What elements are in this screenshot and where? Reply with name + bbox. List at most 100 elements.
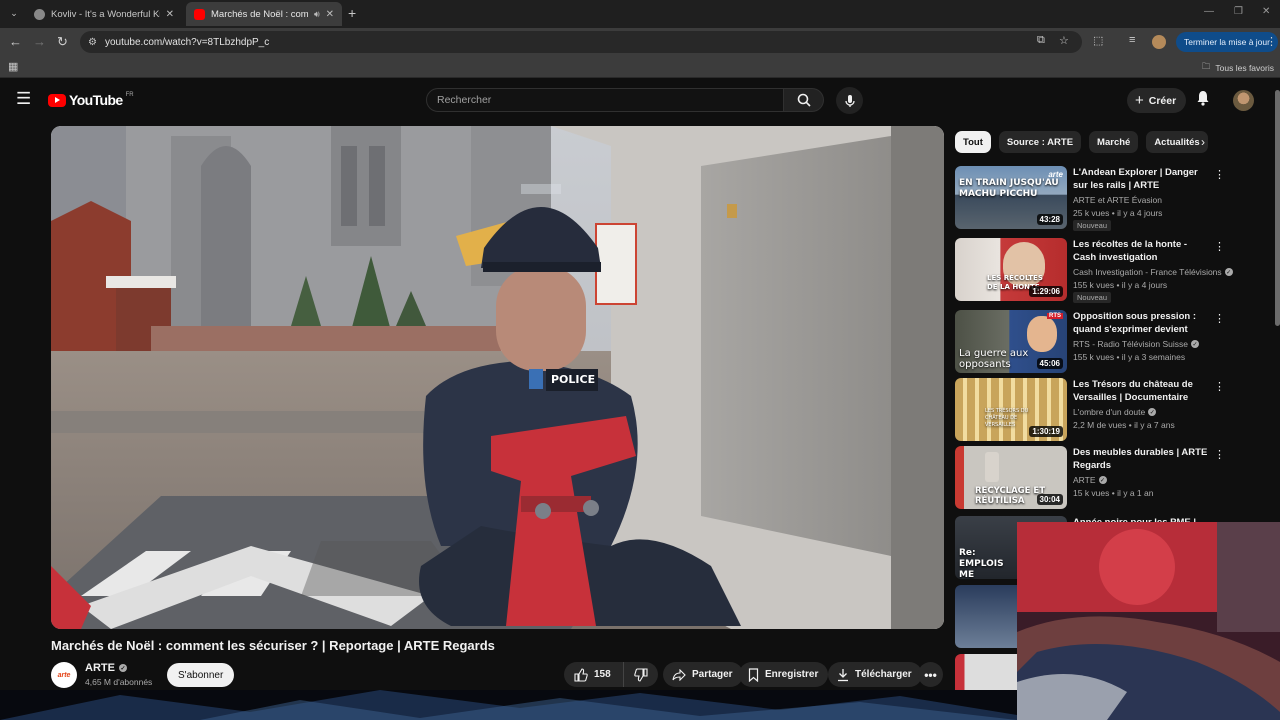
restore-icon[interactable]: ❐ (1234, 6, 1243, 17)
bottom-overlay-strip (0, 690, 1017, 720)
bookmark-star-icon[interactable]: ☆ (1059, 34, 1069, 47)
more-vertical-icon[interactable]: ⋮ (1214, 240, 1225, 253)
search-input[interactable] (437, 94, 783, 106)
recommendation-item[interactable]: arte EN TRAIN JUSQU'AU MACHU PICCHU 43:2… (955, 166, 1225, 231)
browser-toolbar: ← → ↻ ⚙ youtube.com/watch?v=8TLbzhdpP_c … (0, 28, 1280, 56)
voice-search-button[interactable] (836, 87, 863, 114)
video-thumbnail[interactable]: LES RÉCOLTES DE LA HONTE 1:29:06 (955, 238, 1067, 301)
recommendation-item[interactable]: LES TRÉSORS DU CHÂTEAU DE VERSAILLES 1:3… (955, 378, 1225, 442)
country-code: FR (125, 92, 134, 98)
browser-menu-icon[interactable]: ⋮ (1266, 35, 1277, 48)
youtube-masthead: ☰ YouTube FR + Créer (0, 78, 1280, 122)
filter-chips: Tout Source : ARTE Marché Actualités (955, 131, 1220, 153)
video-thumbnail[interactable]: LES TRÉSORS DU CHÂTEAU DE VERSAILLES 1:3… (955, 378, 1067, 441)
create-button[interactable]: + Créer (1127, 88, 1187, 113)
speaker-icon[interactable]: 🔊︎ (314, 9, 320, 20)
police-badge-text: POLICE (551, 373, 595, 386)
address-bar[interactable]: ⚙ youtube.com/watch?v=8TLbzhdpP_c (80, 31, 1082, 53)
recommendation-item[interactable]: RTS La guerre aux opposants 45:06 Opposi… (955, 310, 1225, 374)
arte-logo: arte (57, 671, 71, 679)
more-vertical-icon[interactable]: ⋮ (1214, 168, 1225, 181)
close-icon[interactable]: ✕ (166, 9, 174, 20)
close-icon[interactable]: ✕ (326, 9, 334, 20)
dislike-button[interactable] (624, 667, 658, 682)
save-button[interactable]: Enregistrer (739, 662, 829, 687)
tab-kovliv[interactable]: Kovliv - It's a Wonderful Knife ( ✕ (26, 2, 182, 26)
thumbs-up-icon (574, 667, 588, 682)
recommendation-title[interactable]: Opposition sous pression : quand s'expri… (1073, 310, 1211, 337)
recommendation-item[interactable]: LES RÉCOLTES DE LA HONTE 1:29:06 Les réc… (955, 238, 1233, 303)
more-actions-button[interactable]: ••• (918, 662, 943, 687)
chip-source-arte[interactable]: Source : ARTE (998, 131, 1082, 153)
tab-search-icon[interactable]: ⌄ (6, 5, 22, 21)
share-button[interactable]: Partager (663, 662, 743, 687)
recommendation-channel-label: Cash Investigation - France Télévisions (1073, 267, 1222, 277)
thumbnail-caption: La guerre aux opposants (959, 348, 1029, 370)
recommendation-title[interactable]: L'Andean Explorer | Danger sur les rails… (1073, 166, 1211, 192)
channel-name-label: ARTE (85, 662, 115, 674)
recommendation-channel: ARTE et ARTE Évasion (1073, 195, 1162, 205)
webcam-overlay (1017, 522, 1280, 720)
video-thumbnail[interactable] (955, 585, 1017, 648)
video-thumbnail[interactable] (955, 654, 1017, 690)
thumbnail-caption: Re: EMPLOIS ME (959, 548, 1004, 579)
video-thumbnail[interactable]: RTS La guerre aux opposants 45:06 (955, 310, 1067, 373)
update-button[interactable]: Terminer la mise à jour (1176, 32, 1278, 52)
chip-market[interactable]: Marché (1089, 131, 1139, 153)
youtube-play-icon (48, 93, 66, 107)
more-vertical-icon[interactable]: ⋮ (1214, 380, 1225, 393)
site-info-icon[interactable]: ⚙ (88, 37, 97, 48)
page-scrollbar[interactable] (1275, 90, 1280, 326)
recommendation-item[interactable]: RECYCLAGE ET RÉUTILISA 30:04 Des meubles… (955, 446, 1225, 510)
like-button[interactable]: 158 (564, 662, 624, 687)
menu-icon[interactable]: ☰ (16, 90, 31, 108)
subscriber-count: 4,65 M d'abonnés (85, 677, 153, 687)
subscribe-button[interactable]: S'abonner (167, 663, 235, 687)
reading-list-icon[interactable]: ≡ (1129, 34, 1135, 46)
recommendation-title[interactable]: Des meubles durables | ARTE Regards (1073, 446, 1211, 472)
youtube-logo[interactable]: YouTube FR (48, 92, 134, 108)
install-app-icon[interactable]: ⧉ (1037, 34, 1045, 47)
new-tab-button[interactable]: + (348, 6, 356, 20)
recommendation-title[interactable]: Les récoltes de la honte - Cash investig… (1073, 238, 1211, 264)
apps-grid-icon[interactable]: ▦ (8, 60, 18, 73)
more-vertical-icon[interactable]: ⋮ (1214, 448, 1225, 461)
video-player[interactable]: POLICE (51, 126, 944, 629)
thumbs-down-icon (634, 667, 648, 682)
video-thumbnail[interactable]: arte EN TRAIN JUSQU'AU MACHU PICCHU 43:2… (955, 166, 1067, 229)
all-bookmarks-button[interactable]: 🗀︎ Tous les favoris (1202, 61, 1274, 75)
recommendation-title[interactable]: Les Trésors du château de Versailles | D… (1073, 378, 1211, 404)
tab-youtube-active[interactable]: Marchés de Noël : commen 🔊︎ ✕ (186, 2, 342, 26)
search-box (426, 88, 784, 112)
profile-avatar[interactable] (1152, 35, 1166, 49)
chip-news[interactable]: Actualités (1146, 131, 1208, 153)
recommendation-channel: Cash Investigation - France Télévisions ✓ (1073, 267, 1233, 277)
notifications-button[interactable] (1196, 90, 1210, 111)
download-button[interactable]: Télécharger (828, 662, 922, 687)
bookmarks-bar: ▦ 🗀︎ Tous les favoris (0, 56, 1280, 78)
chip-all[interactable]: Tout (955, 131, 991, 153)
reload-icon[interactable]: ↻ (57, 34, 68, 50)
recommendation-channel-label: RTS - Radio Télévision Suisse (1073, 339, 1188, 349)
chevron-right-icon[interactable]: › (1201, 135, 1205, 149)
account-avatar[interactable] (1233, 90, 1254, 111)
more-vertical-icon[interactable]: ⋮ (1214, 312, 1225, 325)
new-badge: Nouveau (1073, 292, 1112, 303)
youtube-favicon-icon (194, 8, 205, 20)
save-label: Enregistrer (765, 669, 819, 680)
recommendation-channel-label: L'ombre d'un doute (1073, 407, 1146, 417)
verified-icon: ✓ (1190, 340, 1199, 348)
webcam-frame (1017, 522, 1280, 720)
extensions-icon[interactable]: ⬚ (1093, 34, 1103, 47)
video-thumbnail[interactable]: RECYCLAGE ET RÉUTILISA 30:04 (955, 446, 1067, 509)
close-window-icon[interactable]: ✕ (1262, 6, 1270, 17)
search-button[interactable] (784, 88, 824, 112)
download-icon (838, 668, 848, 681)
video-duration: 1:29:06 (1029, 286, 1063, 297)
forward-icon[interactable]: → (33, 34, 46, 50)
channel-name[interactable]: ARTE ✓ (85, 662, 127, 674)
channel-avatar[interactable]: arte (51, 662, 77, 688)
url-text: youtube.com/watch?v=8TLbzhdpP_c (104, 36, 270, 48)
minimize-icon[interactable]: — (1204, 6, 1214, 17)
back-icon[interactable]: ← (9, 34, 22, 50)
